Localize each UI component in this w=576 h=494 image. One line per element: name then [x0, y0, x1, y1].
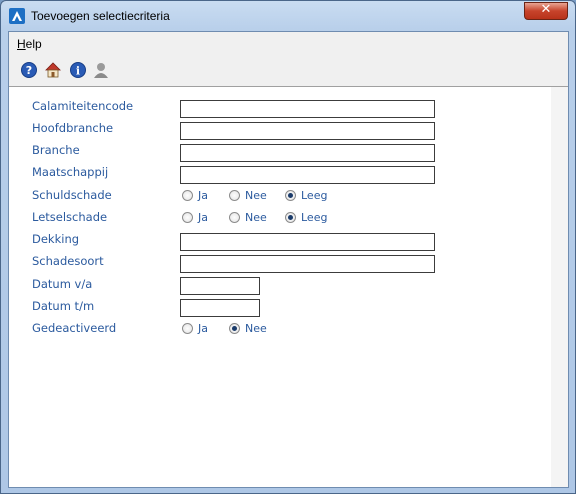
label-datum-tm: Datum t/m: [32, 299, 95, 313]
svg-text:i: i: [76, 65, 80, 78]
label-letselschade: Letselschade: [32, 210, 108, 224]
branche-field[interactable]: [180, 144, 435, 162]
label-branche: Branche: [32, 143, 80, 157]
row-calamiteitencode: Calamiteitencode: [32, 99, 452, 119]
window-title: Toevoegen selectiecriteria: [31, 9, 170, 23]
calamiteitencode-field[interactable]: [180, 100, 435, 118]
row-letselschade: Letselschade Ja Nee Leeg: [32, 210, 452, 230]
radio-label: Nee: [245, 211, 267, 224]
row-datum-tm: Datum t/m: [32, 299, 452, 319]
label-hoofdbranche: Hoofdbranche: [32, 121, 114, 135]
close-button[interactable]: ✕: [524, 2, 568, 20]
radio-label: Nee: [245, 322, 267, 335]
radio-circle: [182, 190, 193, 201]
hoofdbranche-field[interactable]: [180, 122, 435, 140]
datum-tm-field[interactable]: [180, 299, 260, 317]
dekking-field[interactable]: [180, 233, 435, 251]
datum-va-field[interactable]: [180, 277, 260, 295]
radio-circle: [229, 212, 240, 223]
help-icon[interactable]: ?: [20, 61, 38, 79]
row-datum-va: Datum v/a: [32, 277, 452, 297]
menu-help-mnemonic: H: [17, 37, 26, 51]
radio-label: Leeg: [301, 189, 328, 202]
title-bar[interactable]: Toevoegen selectiecriteria ✕: [1, 1, 575, 31]
menu-help-label: elp: [25, 37, 42, 51]
radio-circle: [285, 190, 296, 201]
label-dekking: Dekking: [32, 232, 80, 246]
label-schadesoort: Schadesoort: [32, 254, 104, 268]
dialog-window: Toevoegen selectiecriteria ✕ Help ? i Ca…: [0, 0, 576, 494]
label-gedeactiveerd: Gedeactiveerd: [32, 321, 117, 335]
info-icon[interactable]: i: [69, 61, 87, 79]
radio-label: Ja: [198, 322, 208, 335]
client-area: Help ? i Calamiteitencode Hoofdbranche B…: [8, 31, 569, 488]
radio-circle: [229, 190, 240, 201]
label-maatschappij: Maatschappij: [32, 165, 109, 179]
row-maatschappij: Maatschappij: [32, 165, 452, 185]
toolbar: ? i: [9, 54, 568, 87]
menu-item-help[interactable]: Help: [17, 37, 42, 51]
row-hoofdbranche: Hoofdbranche: [32, 121, 452, 141]
vertical-scrollbar[interactable]: [551, 87, 568, 487]
row-branche: Branche: [32, 143, 452, 163]
label-schuldschade: Schuldschade: [32, 188, 112, 202]
radio-circle: [182, 212, 193, 223]
svg-text:?: ?: [26, 64, 32, 77]
row-dekking: Dekking: [32, 232, 452, 252]
row-schuldschade: Schuldschade Ja Nee Leeg: [32, 188, 452, 208]
radio-circle: [229, 323, 240, 334]
radio-label: Ja: [198, 211, 208, 224]
close-icon: ✕: [540, 2, 552, 17]
schadesoort-field[interactable]: [180, 255, 435, 273]
menu-bar: Help: [9, 32, 568, 54]
user-icon[interactable]: [92, 61, 110, 79]
maatschappij-field[interactable]: [180, 166, 435, 184]
radio-label: Nee: [245, 189, 267, 202]
label-datum-va: Datum v/a: [32, 277, 93, 291]
label-calamiteitencode: Calamiteitencode: [32, 99, 134, 113]
home-icon[interactable]: [44, 61, 62, 79]
row-schadesoort: Schadesoort: [32, 254, 452, 274]
radio-label: Leeg: [301, 211, 328, 224]
row-gedeactiveerd: Gedeactiveerd Ja Nee: [32, 321, 452, 341]
radio-circle: [285, 212, 296, 223]
app-logo-icon: [9, 8, 25, 24]
radio-label: Ja: [198, 189, 208, 202]
radio-circle: [182, 323, 193, 334]
